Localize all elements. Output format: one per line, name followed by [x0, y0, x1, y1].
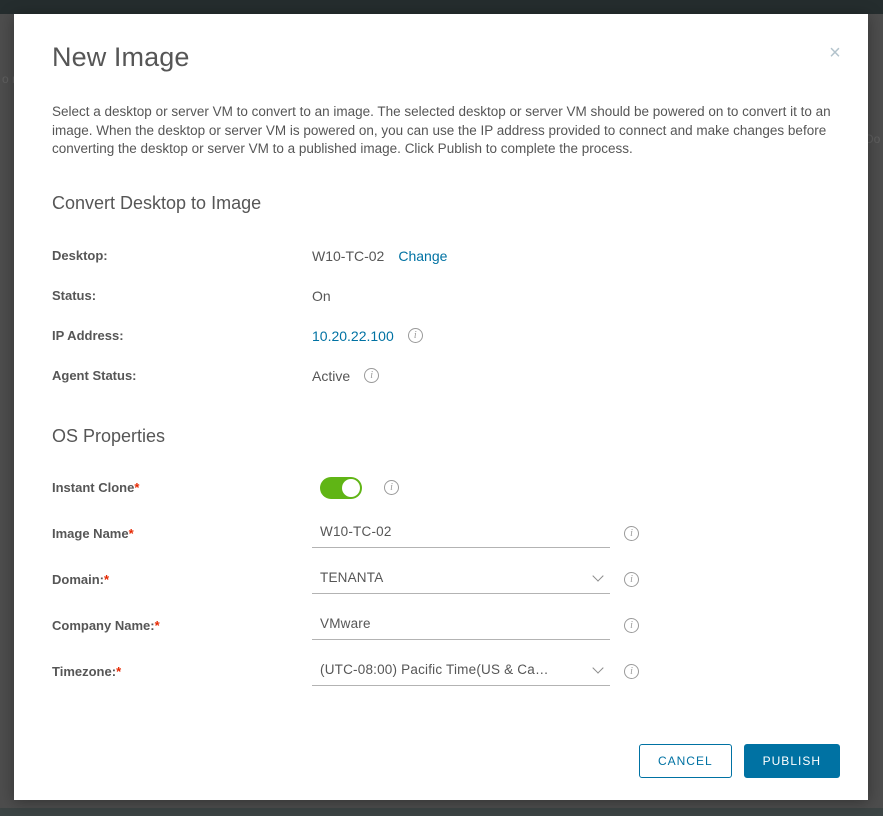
form-label-instant-clone: Instant Clone* [52, 480, 312, 495]
change-desktop-link[interactable]: Change [398, 248, 447, 264]
required-asterisk-domain: * [104, 572, 110, 587]
info-row-ip-address: IP Address: 10.20.22.100 i [42, 316, 840, 356]
timezone-field-wrap [312, 657, 610, 686]
cancel-button[interactable]: CANCEL [638, 744, 732, 778]
info-label-desktop: Desktop: [52, 248, 108, 263]
info-label-ip-address: IP Address: [52, 328, 124, 343]
info-icon-domain[interactable]: i [624, 572, 639, 587]
instant-clone-toggle[interactable] [320, 476, 362, 499]
image-name-input[interactable] [312, 519, 610, 548]
desktop-name-text: W10-TC-02 [312, 247, 385, 264]
form-label-company-name: Company Name:* [52, 618, 312, 633]
publish-button[interactable]: PUBLISH [743, 744, 840, 778]
modal-body: × New Image Select a desktop or server V… [14, 14, 868, 744]
close-icon[interactable]: × [822, 40, 848, 66]
image-name-field-wrap [312, 519, 610, 548]
required-asterisk-timezone: * [116, 664, 122, 679]
company-name-label-text: Company Name: [52, 618, 155, 633]
form-row-timezone: Timezone:* i [42, 649, 840, 695]
modal-footer: CANCEL PUBLISH [14, 744, 868, 800]
toggle-knob [342, 478, 360, 497]
form-row-company-name: Company Name:* i [42, 603, 840, 649]
new-image-modal: × New Image Select a desktop or server V… [14, 14, 868, 800]
form-row-instant-clone: Instant Clone* i [42, 465, 840, 511]
form-row-domain: Domain:* i [42, 557, 840, 603]
agent-status-text: Active [312, 367, 351, 384]
page-title: New Image [52, 42, 190, 72]
convert-section-title: Convert Desktop to Image [52, 192, 262, 213]
required-asterisk-company-name: * [154, 618, 160, 633]
form-label-timezone: Timezone:* [52, 664, 312, 679]
info-value-desktop: W10-TC-02 Change [312, 248, 447, 264]
status-text: On [312, 287, 331, 304]
os-properties-form: Instant Clone* i Image Name* i Domain:* [42, 465, 840, 695]
info-icon-instant-clone[interactable]: i [384, 480, 399, 495]
domain-field-wrap [312, 565, 610, 594]
ip-address-link[interactable]: 10.20.22.100 [312, 328, 394, 344]
form-row-image-name: Image Name* i [42, 511, 840, 557]
timezone-label-text: Timezone: [52, 664, 117, 679]
info-value-ip-address: 10.20.22.100 i [312, 328, 423, 344]
info-row-agent-status: Agent Status: Active i [42, 356, 840, 396]
info-value-agent-status: Active i [312, 367, 380, 384]
required-asterisk-image-name: * [128, 526, 134, 541]
app-footer-bar [0, 808, 883, 816]
timezone-select[interactable] [312, 657, 610, 686]
info-label-status: Status: [52, 288, 97, 303]
info-icon-company-name[interactable]: i [624, 618, 639, 633]
modal-description: Select a desktop or server VM to convert… [52, 104, 831, 156]
company-name-input[interactable] [312, 611, 610, 640]
form-label-image-name: Image Name* [52, 526, 312, 541]
instant-clone-label-text: Instant Clone [52, 480, 135, 495]
app-header-bar [0, 0, 883, 14]
info-icon-timezone[interactable]: i [624, 664, 639, 679]
convert-info-rows: Desktop: W10-TC-02 Change Status: On IP … [42, 236, 840, 396]
domain-label-text: Domain: [52, 572, 104, 587]
info-row-status: Status: On [42, 276, 840, 316]
info-label-agent-status: Agent Status: [52, 368, 137, 383]
info-icon-image-name[interactable]: i [624, 526, 639, 541]
info-row-desktop: Desktop: W10-TC-02 Change [42, 236, 840, 276]
info-icon-ip-address[interactable]: i [407, 328, 423, 343]
info-value-status: On [312, 288, 331, 304]
form-label-domain: Domain:* [52, 572, 312, 587]
required-asterisk-instant-clone: * [134, 480, 140, 495]
company-name-field-wrap [312, 611, 610, 640]
info-icon-agent-status[interactable]: i [364, 368, 380, 383]
os-properties-section-title: OS Properties [52, 425, 166, 446]
image-name-label-text: Image Name [52, 526, 129, 541]
domain-select[interactable] [312, 565, 610, 594]
